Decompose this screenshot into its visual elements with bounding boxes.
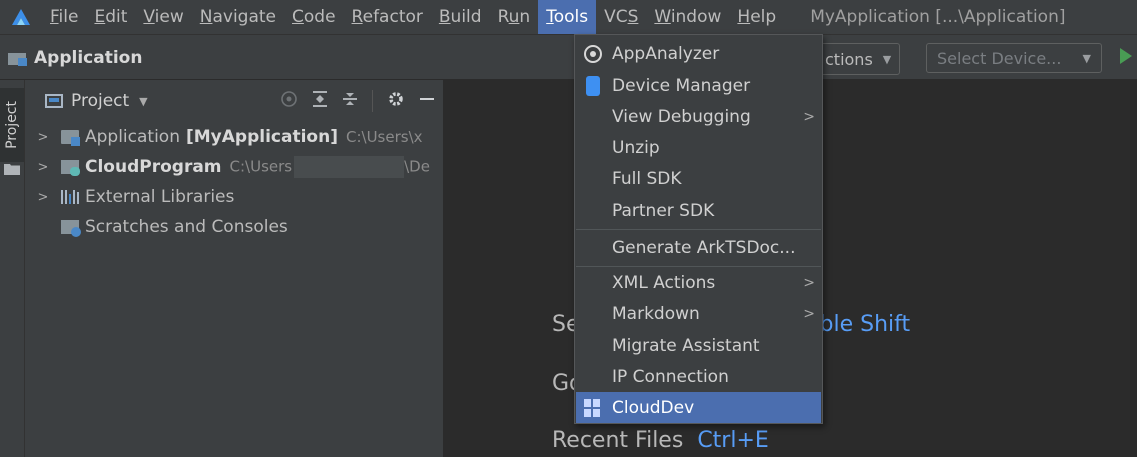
menu-window[interactable]: Window [646,0,729,34]
project-tool-tab[interactable]: Project [0,88,24,162]
gear-icon[interactable] [387,90,405,113]
menu-item-partner-sdk[interactable]: Partner SDK [576,195,821,226]
menu-code[interactable]: Code [284,0,344,34]
menu-file[interactable]: File [42,0,86,34]
run-icon[interactable] [1120,48,1132,64]
tree-item-scratches[interactable]: Scratches and Consoles [25,212,443,242]
analyzer-icon [584,44,602,63]
redacted-region [294,156,405,178]
menu-item-view-debugging[interactable]: View Debugging > [576,101,821,132]
run-configuration-dropdown[interactable]: ctions ▼ [818,43,901,75]
chevron-right-icon: > [803,305,815,322]
library-icon [61,190,79,204]
breadcrumb[interactable]: Application [8,35,142,81]
run-configuration-label: ctions [825,49,873,69]
project-view-selector[interactable]: Project [71,91,129,111]
tree-item-label: CloudProgram [85,157,222,177]
scratches-icon [61,220,81,237]
module-folder-icon [61,130,80,146]
collapse-all-icon[interactable] [342,90,358,113]
clouddev-icon [584,398,602,417]
tree-item-path: C:\Users \De [230,156,430,178]
menu-run[interactable]: Run [490,0,539,34]
tools-menu-dropdown: AppAnalyzer Device Manager View Debuggin… [574,34,823,424]
project-view-icon [45,94,63,108]
tree-item-external-libraries[interactable]: > External Libraries [25,182,443,212]
menu-view[interactable]: View [135,0,191,34]
menu-item-markdown[interactable]: Markdown > [576,298,821,329]
menu-refactor[interactable]: Refactor [344,0,431,34]
app-logo-icon [0,0,42,34]
menu-item-clouddev[interactable]: CloudDev [576,392,821,423]
chevron-right-icon[interactable]: > [37,130,49,145]
device-select[interactable]: Select Device... ▼ [926,43,1102,73]
chevron-right-icon: > [803,274,815,291]
tree-item-application[interactable]: > Application [MyApplication] C:\Users\x [25,122,443,152]
project-tool-tab-label: Project [4,101,20,149]
device-icon [586,75,600,96]
tree-item-label: Application [85,127,180,147]
menu-item-device-manager[interactable]: Device Manager [576,70,821,101]
project-panel-header: Project ▼ [25,80,443,122]
tree-item-cloudprogram[interactable]: > CloudProgram C:\Users \De [25,152,443,182]
chevron-right-icon[interactable]: > [37,190,49,205]
tree-item-project-name: [MyApplication] [186,127,338,147]
chevron-right-icon: > [803,108,815,125]
menu-item-unzip[interactable]: Unzip [576,132,821,163]
project-panel: Project ▼ > Application [MyApplication] [25,80,443,457]
menu-item-migrate-assistant[interactable]: Migrate Assistant [576,330,821,361]
menu-navigate[interactable]: Navigate [192,0,284,34]
device-select-placeholder: Select Device... [937,48,1062,68]
chevron-down-icon[interactable]: ▼ [139,95,147,108]
menu-bar: File Edit View Navigate Code Refactor Bu… [0,0,1137,34]
hint-recent-files: Recent Files Ctrl+E [552,428,769,453]
menu-vcs[interactable]: VCS [596,0,646,34]
tree-item-path: C:\Users\x [345,128,423,146]
chevron-down-icon: ▼ [1082,51,1091,65]
locate-icon[interactable] [280,90,298,113]
tool-window-stripe: Project [0,80,25,457]
folder-icon[interactable] [4,160,20,175]
toolbar-divider [372,90,373,112]
menu-item-generate-arktsdoc[interactable]: Generate ArkTSDoc... [576,232,821,263]
menu-item-ip-connection[interactable]: IP Connection [576,361,821,392]
tree-item-label: Scratches and Consoles [85,217,288,237]
toolbar: Application ctions ▼ Select Device... ▼ [0,34,1137,80]
expand-all-icon[interactable] [312,90,328,113]
project-panel-tools [280,80,435,122]
menu-item-appanalyzer[interactable]: AppAnalyzer [576,38,821,69]
chevron-right-icon[interactable]: > [37,160,49,175]
menu-build[interactable]: Build [431,0,490,34]
menu-item-xml-actions[interactable]: XML Actions > [576,267,821,298]
menu-separator [576,229,821,230]
chevron-down-icon: ▼ [882,52,892,66]
tree-item-label: External Libraries [85,187,235,207]
menu-item-full-sdk[interactable]: Full SDK [576,163,821,194]
menu-tools[interactable]: Tools [538,0,597,34]
breadcrumb-label: Application [34,48,143,68]
window-title: MyApplication [...\Application] [810,7,1066,27]
menu-edit[interactable]: Edit [86,0,135,34]
cloud-module-icon [61,160,80,176]
hide-panel-icon[interactable] [419,90,435,113]
menu-help[interactable]: Help [729,0,784,34]
module-folder-icon [8,51,28,66]
